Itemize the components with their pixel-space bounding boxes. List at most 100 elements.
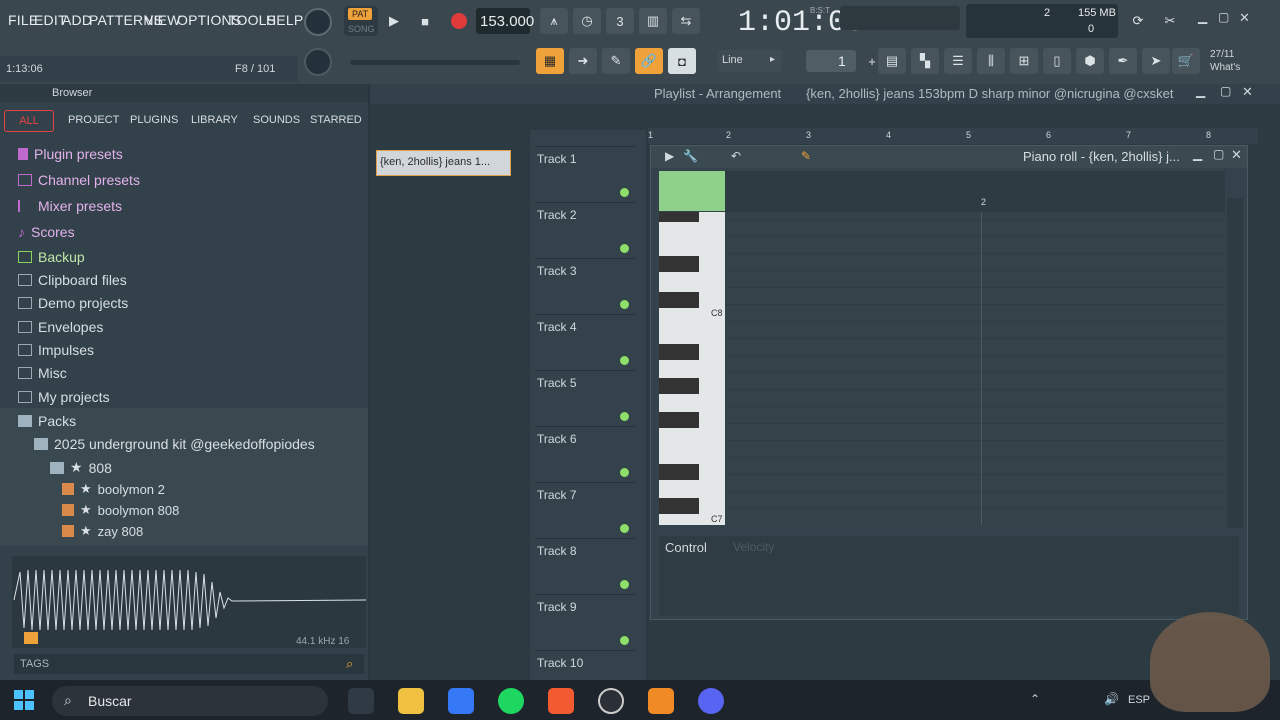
volume-icon[interactable]: 🔊 [1104,692,1119,706]
taskbar-search[interactable]: ⌕ Buscar [52,686,328,716]
metronome-icon[interactable]: ⩚ [540,8,568,34]
step-edit-icon[interactable]: ▥ [639,8,667,34]
track-mute-led[interactable] [620,580,629,589]
pencil-tool-icon[interactable]: ✎ [801,149,811,163]
plugin-icon[interactable]: ⬢ [1076,48,1104,74]
black-key[interactable] [659,344,699,360]
browser-item-mixer-presets[interactable]: Mixer presets [18,198,122,214]
black-key[interactable] [659,212,699,222]
stamp-icon[interactable]: ◘ [668,48,696,74]
track-mute-led[interactable] [620,188,629,197]
browser-window-icon[interactable]: ⊞ [1010,48,1038,74]
track-mute-led[interactable] [620,244,629,253]
file-explorer-icon[interactable] [398,688,424,714]
track-10[interactable]: Track 10 [535,650,635,680]
black-key[interactable] [659,378,699,394]
browser-item-scores[interactable]: ♪ Scores [18,224,75,240]
wrench-icon[interactable]: 🔧 [683,149,698,163]
black-key[interactable] [659,498,699,514]
black-key[interactable] [659,256,699,272]
track-mute-led[interactable] [620,636,629,645]
windows-start-icon[interactable] [14,690,34,710]
black-key[interactable] [659,292,699,308]
song-time-display[interactable]: 1:01:00 B:S:T [710,2,864,40]
browser-item-clipboard[interactable]: Clipboard files [18,272,127,288]
snap-select[interactable]: Line ▸ [718,50,782,72]
pr-maximize-icon[interactable]: ▢ [1213,147,1224,161]
browser-item-demo-projects[interactable]: Demo projects [18,295,128,311]
pattern-clip-item[interactable]: {ken, 2hollis} jeans 1... [376,150,511,176]
pattern-icon[interactable]: ▦ [536,48,564,74]
tab-all[interactable]: ALL [4,110,54,132]
browser-file-boolymon-808[interactable]: ★ boolymon 808 [62,502,179,518]
wait-input-icon[interactable]: ◷ [573,8,601,34]
pr-vscroll[interactable] [1227,198,1243,528]
play-pattern-icon[interactable]: ▶ [665,149,674,163]
undo-icon[interactable]: ↶ [731,149,741,163]
stop-button[interactable]: ■ [411,8,439,34]
tools-icon[interactable]: ✂ [1156,8,1184,34]
master-pitch-slider[interactable] [350,60,520,65]
browser-item-plugin-presets[interactable]: Plugin presets [18,146,123,162]
track-mute-led[interactable] [620,468,629,477]
minimize-app-icon[interactable]: ▁ [1198,10,1207,24]
browser-item-impulses[interactable]: Impulses [18,342,94,358]
loop-record-icon[interactable]: ⇆ [672,8,700,34]
menu-view[interactable]: VIEW [144,12,181,28]
browser-item-my-projects[interactable]: My projects [18,389,110,405]
tab-project[interactable]: PROJECT [68,114,119,126]
pr-close-icon[interactable]: ✕ [1231,147,1242,163]
play-button[interactable]: ▶ [380,8,408,34]
menu-add[interactable]: ADD [62,12,92,28]
black-key[interactable] [659,464,699,480]
playlist-minimize-icon[interactable]: ▁ [1196,84,1205,98]
record-button[interactable] [451,13,467,29]
playlist-close-icon[interactable]: ✕ [1242,84,1253,100]
obs-icon[interactable] [598,688,624,714]
browser-folder-kit[interactable]: 2025 underground kit @geekedoffopiodes [34,436,315,452]
project-info-icon[interactable]: ▯ [1043,48,1071,74]
browser-item-backup[interactable]: Backup [18,249,85,265]
search-icon[interactable]: ⌕ [346,656,353,672]
track-mute-led[interactable] [620,356,629,365]
tuning-icon[interactable]: ✒ [1109,48,1137,74]
tab-starred[interactable]: STARRED [310,114,362,126]
pat-song-toggle[interactable]: PAT SONG [344,6,378,36]
pencil-icon[interactable]: ✎ [602,48,630,74]
channel-rack-icon[interactable]: ☰ [944,48,972,74]
menu-help[interactable]: HELP [266,12,303,28]
brave-icon[interactable] [548,688,574,714]
pattern-selector[interactable]: 1 [806,50,856,72]
track-mute-led[interactable] [620,300,629,309]
black-key[interactable] [659,412,699,428]
browser-file-zay-808[interactable]: ★ zay 808 [62,523,143,539]
piano-keyboard[interactable]: C8 C7 [659,212,725,525]
control-lane[interactable]: Control Velocity [659,536,1239,616]
control-label[interactable]: Control [665,540,707,555]
tab-sounds[interactable]: SOUNDS [253,114,300,126]
fl-studio-icon[interactable] [648,688,674,714]
master-volume-knob[interactable] [304,8,332,36]
store-icon[interactable] [448,688,474,714]
preview-play-icon[interactable] [24,632,38,644]
piano-roll-ruler[interactable]: 2 [725,171,1225,213]
tags-bar[interactable]: TAGS ⌕ [14,654,364,674]
discord-icon[interactable] [698,688,724,714]
browser-file-boolymon-2[interactable]: ★ boolymon 2 [62,481,165,497]
tab-library[interactable]: LIBRARY [191,114,238,126]
arrow-icon[interactable]: ➜ [569,48,597,74]
playlist-window-icon[interactable]: ▤ [878,48,906,74]
task-view-icon[interactable] [348,688,374,714]
tempo-display[interactable]: 153.000 [476,8,534,34]
tab-plugins[interactable]: PLUGINS [130,114,178,126]
link-icon[interactable]: 🔗 [635,48,663,74]
note-grid[interactable] [725,212,1225,525]
master-pitch-knob[interactable] [304,48,332,76]
pr-minimize-icon[interactable]: ▁ [1193,147,1202,161]
close-app-icon[interactable]: ✕ [1239,10,1250,26]
refresh-icon[interactable]: ⟳ [1124,8,1152,34]
browser-item-misc[interactable]: Misc [18,365,67,381]
browser-item-envelopes[interactable]: Envelopes [18,319,103,335]
browser-item-channel-presets[interactable]: Channel presets [18,172,140,188]
browser-folder-808[interactable]: ★ 808 [50,459,112,476]
